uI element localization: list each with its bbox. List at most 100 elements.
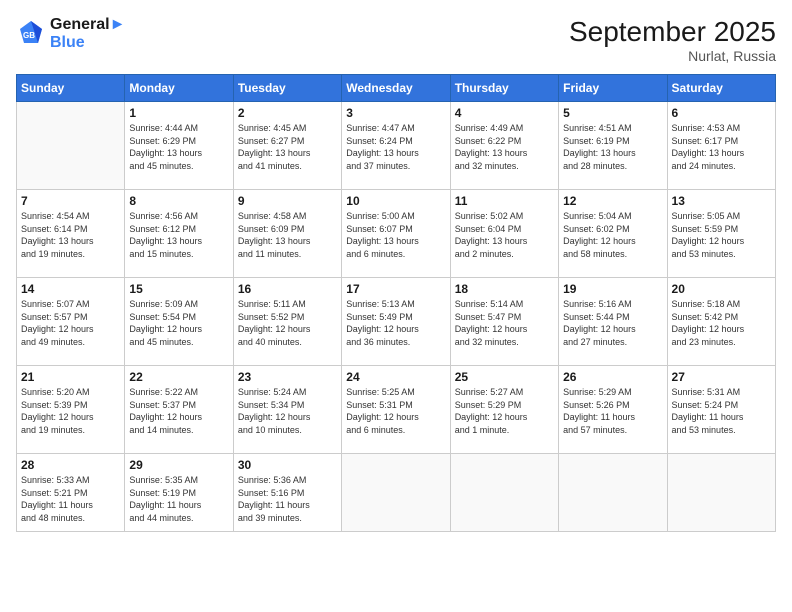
- day-number: 25: [455, 370, 554, 384]
- day-number: 15: [129, 282, 228, 296]
- day-info: Sunrise: 5:09 AM Sunset: 5:54 PM Dayligh…: [129, 298, 228, 348]
- weekday-header-tuesday: Tuesday: [233, 75, 341, 102]
- calendar-cell: 8 Sunrise: 4:56 AM Sunset: 6:12 PM Daylig…: [125, 190, 233, 278]
- day-info: Sunrise: 5:25 AM Sunset: 5:31 PM Dayligh…: [346, 386, 445, 436]
- calendar-cell: 2 Sunrise: 4:45 AM Sunset: 6:27 PM Daylig…: [233, 102, 341, 190]
- calendar-cell: 27 Sunrise: 5:31 AM Sunset: 5:24 PM Dayli…: [667, 366, 775, 454]
- day-number: 21: [21, 370, 120, 384]
- day-number: 3: [346, 106, 445, 120]
- calendar-cell: 3 Sunrise: 4:47 AM Sunset: 6:24 PM Daylig…: [342, 102, 450, 190]
- calendar-cell: 26Sunrise: 5:29 AM Sunset: 5:26 PM Dayli…: [559, 366, 667, 454]
- calendar-cell: 4 Sunrise: 4:49 AM Sunset: 6:22 PM Daylig…: [450, 102, 558, 190]
- day-info: Sunrise: 4:47 AM Sunset: 6:24 PM Dayligh…: [346, 122, 445, 172]
- weekday-header-saturday: Saturday: [667, 75, 775, 102]
- calendar-cell: 17Sunrise: 5:13 AM Sunset: 5:49 PM Dayli…: [342, 278, 450, 366]
- day-info: Sunrise: 5:14 AM Sunset: 5:47 PM Dayligh…: [455, 298, 554, 348]
- day-number: 8: [129, 194, 228, 208]
- calendar-cell: 13Sunrise: 5:05 AM Sunset: 5:59 PM Dayli…: [667, 190, 775, 278]
- calendar-cell: 6Sunrise: 4:53 AM Sunset: 6:17 PM Daylig…: [667, 102, 775, 190]
- month-title: September 2025: [569, 16, 776, 48]
- day-number: 19: [563, 282, 662, 296]
- calendar-cell: 28 Sunrise: 5:33 AM Sunset: 5:21 PM Dayli…: [17, 454, 125, 532]
- calendar-cell: [342, 454, 450, 532]
- day-info: Sunrise: 5:24 AM Sunset: 5:34 PM Dayligh…: [238, 386, 337, 436]
- day-info: Sunrise: 5:02 AM Sunset: 6:04 PM Dayligh…: [455, 210, 554, 260]
- day-info: Sunrise: 5:11 AM Sunset: 5:52 PM Dayligh…: [238, 298, 337, 348]
- day-info: Sunrise: 5:36 AM Sunset: 5:16 PM Dayligh…: [238, 474, 337, 524]
- calendar-cell: 11 Sunrise: 5:02 AM Sunset: 6:04 PM Dayli…: [450, 190, 558, 278]
- calendar-cell: 21 Sunrise: 5:20 AM Sunset: 5:39 PM Dayli…: [17, 366, 125, 454]
- week-row-3: 14 Sunrise: 5:07 AM Sunset: 5:57 PM Dayli…: [17, 278, 776, 366]
- header: GB General► Blue September 2025 Nurlat, …: [16, 16, 776, 64]
- day-number: 27: [672, 370, 771, 384]
- day-number: 4: [455, 106, 554, 120]
- weekday-header-monday: Monday: [125, 75, 233, 102]
- day-info: Sunrise: 5:20 AM Sunset: 5:39 PM Dayligh…: [21, 386, 120, 436]
- day-info: Sunrise: 4:58 AM Sunset: 6:09 PM Dayligh…: [238, 210, 337, 260]
- weekday-header-thursday: Thursday: [450, 75, 558, 102]
- calendar-cell: 9 Sunrise: 4:58 AM Sunset: 6:09 PM Daylig…: [233, 190, 341, 278]
- title-block: September 2025 Nurlat, Russia: [569, 16, 776, 64]
- day-info: Sunrise: 4:45 AM Sunset: 6:27 PM Dayligh…: [238, 122, 337, 172]
- calendar-cell: 1 Sunrise: 4:44 AM Sunset: 6:29 PM Daylig…: [125, 102, 233, 190]
- calendar-cell: 20Sunrise: 5:18 AM Sunset: 5:42 PM Dayli…: [667, 278, 775, 366]
- calendar-cell: 15 Sunrise: 5:09 AM Sunset: 5:54 PM Dayli…: [125, 278, 233, 366]
- logo: GB General► Blue: [16, 16, 125, 51]
- calendar-cell: 29Sunrise: 5:35 AM Sunset: 5:19 PM Dayli…: [125, 454, 233, 532]
- calendar-cell: 16 Sunrise: 5:11 AM Sunset: 5:52 PM Dayli…: [233, 278, 341, 366]
- day-number: 23: [238, 370, 337, 384]
- weekday-header-wednesday: Wednesday: [342, 75, 450, 102]
- day-info: Sunrise: 4:44 AM Sunset: 6:29 PM Dayligh…: [129, 122, 228, 172]
- day-number: 18: [455, 282, 554, 296]
- day-number: 7: [21, 194, 120, 208]
- weekday-header-sunday: Sunday: [17, 75, 125, 102]
- week-row-5: 28 Sunrise: 5:33 AM Sunset: 5:21 PM Dayli…: [17, 454, 776, 532]
- day-number: 12: [563, 194, 662, 208]
- day-number: 11: [455, 194, 554, 208]
- week-row-2: 7 Sunrise: 4:54 AM Sunset: 6:14 PM Daylig…: [17, 190, 776, 278]
- day-info: Sunrise: 5:33 AM Sunset: 5:21 PM Dayligh…: [21, 474, 120, 524]
- day-info: Sunrise: 4:54 AM Sunset: 6:14 PM Dayligh…: [21, 210, 120, 260]
- day-number: 22: [129, 370, 228, 384]
- weekday-header-friday: Friday: [559, 75, 667, 102]
- day-number: 9: [238, 194, 337, 208]
- day-info: Sunrise: 5:29 AM Sunset: 5:26 PM Dayligh…: [563, 386, 662, 436]
- calendar-cell: [450, 454, 558, 532]
- day-number: 17: [346, 282, 445, 296]
- day-number: 14: [21, 282, 120, 296]
- svg-text:GB: GB: [23, 31, 35, 40]
- day-number: 2: [238, 106, 337, 120]
- day-info: Sunrise: 4:49 AM Sunset: 6:22 PM Dayligh…: [455, 122, 554, 172]
- logo-icon: GB: [16, 19, 46, 49]
- day-info: Sunrise: 5:07 AM Sunset: 5:57 PM Dayligh…: [21, 298, 120, 348]
- day-number: 24: [346, 370, 445, 384]
- day-number: 16: [238, 282, 337, 296]
- calendar-cell: [559, 454, 667, 532]
- location: Nurlat, Russia: [569, 48, 776, 64]
- day-info: Sunrise: 5:31 AM Sunset: 5:24 PM Dayligh…: [672, 386, 771, 436]
- day-number: 30: [238, 458, 337, 472]
- day-number: 1: [129, 106, 228, 120]
- calendar-cell: 12 Sunrise: 5:04 AM Sunset: 6:02 PM Dayli…: [559, 190, 667, 278]
- logo-text: General► Blue: [50, 16, 125, 51]
- day-number: 28: [21, 458, 120, 472]
- weekday-header-row: SundayMondayTuesdayWednesdayThursdayFrid…: [17, 75, 776, 102]
- day-info: Sunrise: 4:53 AM Sunset: 6:17 PM Dayligh…: [672, 122, 771, 172]
- calendar-cell: 30 Sunrise: 5:36 AM Sunset: 5:16 PM Dayli…: [233, 454, 341, 532]
- page: GB General► Blue September 2025 Nurlat, …: [0, 0, 792, 612]
- calendar-cell: 24 Sunrise: 5:25 AM Sunset: 5:31 PM Dayli…: [342, 366, 450, 454]
- day-info: Sunrise: 4:56 AM Sunset: 6:12 PM Dayligh…: [129, 210, 228, 260]
- day-number: 20: [672, 282, 771, 296]
- week-row-4: 21 Sunrise: 5:20 AM Sunset: 5:39 PM Dayli…: [17, 366, 776, 454]
- day-info: Sunrise: 5:00 AM Sunset: 6:07 PM Dayligh…: [346, 210, 445, 260]
- day-info: Sunrise: 5:22 AM Sunset: 5:37 PM Dayligh…: [129, 386, 228, 436]
- day-info: Sunrise: 5:05 AM Sunset: 5:59 PM Dayligh…: [672, 210, 771, 260]
- day-info: Sunrise: 5:04 AM Sunset: 6:02 PM Dayligh…: [563, 210, 662, 260]
- calendar-cell: 14 Sunrise: 5:07 AM Sunset: 5:57 PM Dayli…: [17, 278, 125, 366]
- day-info: Sunrise: 5:16 AM Sunset: 5:44 PM Dayligh…: [563, 298, 662, 348]
- day-number: 10: [346, 194, 445, 208]
- day-info: Sunrise: 4:51 AM Sunset: 6:19 PM Dayligh…: [563, 122, 662, 172]
- calendar-cell: 19 Sunrise: 5:16 AM Sunset: 5:44 PM Dayli…: [559, 278, 667, 366]
- calendar-cell: [667, 454, 775, 532]
- calendar-cell: 25Sunrise: 5:27 AM Sunset: 5:29 PM Dayli…: [450, 366, 558, 454]
